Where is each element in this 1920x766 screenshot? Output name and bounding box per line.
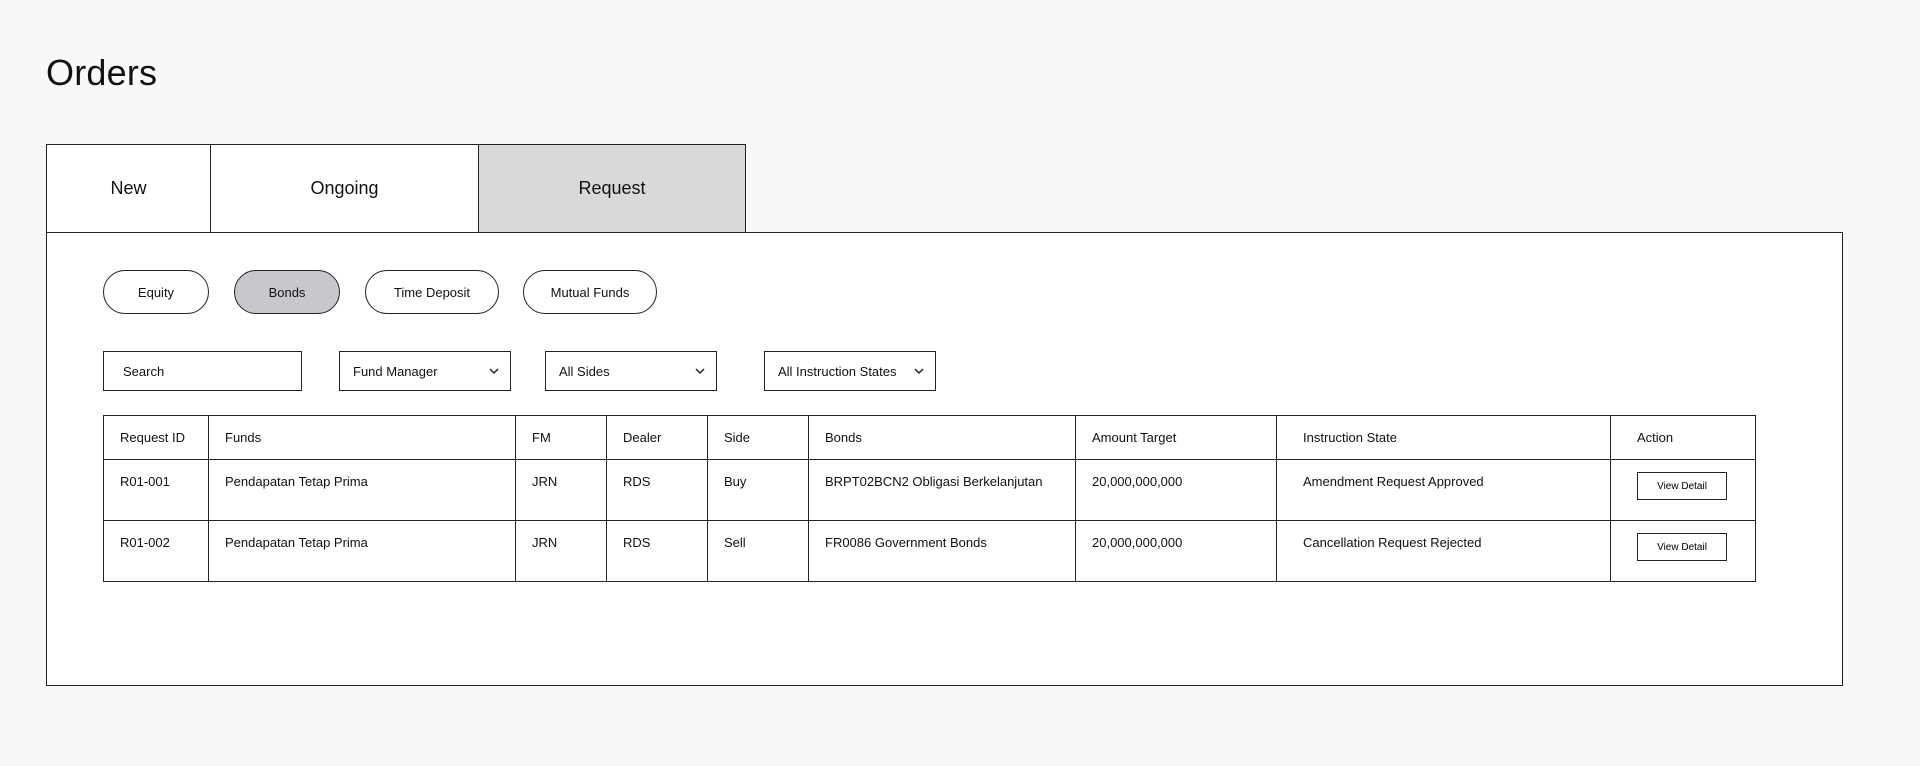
column-header-action: Action [1610,415,1756,460]
column-header-amount-target: Amount Target [1075,415,1277,460]
cell-bonds: BRPT02BCN2 Obligasi Berkelanjutan [808,459,1076,521]
cell-request-id: R01-001 [103,459,209,521]
tab-request[interactable]: Request [478,144,746,232]
cell-fm: JRN [515,520,607,582]
column-header-request-id: Request ID [103,415,209,460]
filter-chip-equity[interactable]: Equity [103,270,209,314]
cell-dealer: RDS [606,459,708,521]
chevron-down-icon [488,365,500,377]
cell-request-id: R01-002 [103,520,209,582]
view-detail-button[interactable]: View Detail [1637,533,1727,561]
cell-action: View Detail [1610,459,1756,521]
instruction-states-select-value: All Instruction States [778,363,897,379]
chevron-down-icon [913,365,925,377]
cell-fm: JRN [515,459,607,521]
filter-chip-bonds[interactable]: Bonds [234,270,340,314]
filter-chip-time-deposit[interactable]: Time Deposit [365,270,499,314]
column-header-fm: FM [515,415,607,460]
cell-side: Sell [707,520,809,582]
cell-side: Buy [707,459,809,521]
cell-funds: Pendapatan Tetap Prima [208,520,516,582]
column-header-dealer: Dealer [606,415,708,460]
fund-manager-select-value: Fund Manager [353,363,438,379]
cell-amount-target: 20,000,000,000 [1075,459,1277,521]
search-input[interactable]: Search [103,351,302,391]
sides-select[interactable]: All Sides [545,351,717,391]
tab-new[interactable]: New [46,144,211,232]
view-detail-button[interactable]: View Detail [1637,472,1727,500]
filter-chip-mutual-funds[interactable]: Mutual Funds [523,270,657,314]
table-row: R01-002 Pendapatan Tetap Prima JRN RDS S… [103,520,1756,582]
instruction-states-select[interactable]: All Instruction States [764,351,936,391]
cell-action: View Detail [1610,520,1756,582]
request-panel: Equity Bonds Time Deposit Mutual Funds S… [46,232,1843,686]
cell-instruction-state: Amendment Request Approved [1276,459,1611,521]
column-header-bonds: Bonds [808,415,1076,460]
page-title: Orders [46,52,158,93]
tab-ongoing[interactable]: Ongoing [210,144,479,232]
cell-dealer: RDS [606,520,708,582]
column-header-side: Side [707,415,809,460]
requests-table: Request ID Funds FM Dealer Side Bonds Am… [103,415,1756,582]
fund-manager-select[interactable]: Fund Manager [339,351,511,391]
sides-select-value: All Sides [559,363,610,379]
column-header-funds: Funds [208,415,516,460]
cell-funds: Pendapatan Tetap Prima [208,459,516,521]
cell-instruction-state: Cancellation Request Rejected [1276,520,1611,582]
table-header-row: Request ID Funds FM Dealer Side Bonds Am… [103,415,1756,460]
cell-bonds: FR0086 Government Bonds [808,520,1076,582]
cell-amount-target: 20,000,000,000 [1075,520,1277,582]
column-header-instruction-state: Instruction State [1276,415,1611,460]
chevron-down-icon [694,365,706,377]
table-row: R01-001 Pendapatan Tetap Prima JRN RDS B… [103,459,1756,521]
